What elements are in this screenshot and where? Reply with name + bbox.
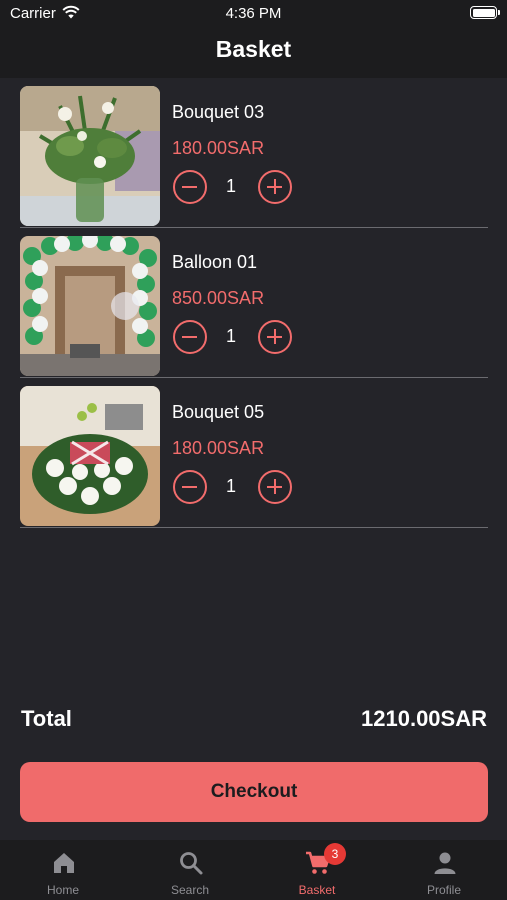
tab-basket[interactable]: 3 Basket <box>254 840 380 900</box>
quantity-value: 1 <box>225 476 236 496</box>
product-price: 180.00SAR <box>172 438 265 458</box>
product-image[interactable] <box>20 236 160 376</box>
product-image[interactable] <box>20 386 160 526</box>
total-label: Total <box>21 706 72 731</box>
increase-quantity-button[interactable] <box>258 470 292 504</box>
product-image[interactable] <box>20 86 160 226</box>
product-price: 850.00SAR <box>172 288 265 308</box>
increase-quantity-button[interactable] <box>258 170 292 204</box>
page-title: Basket <box>215 36 292 62</box>
decrease-quantity-button[interactable] <box>173 470 207 504</box>
checkout-button[interactable]: Checkout <box>20 762 488 822</box>
person-icon <box>434 852 456 874</box>
quantity-value: 1 <box>225 176 236 196</box>
product-name: Balloon 01 <box>172 252 258 272</box>
product-name: Bouquet 03 <box>172 102 265 122</box>
search-icon <box>180 852 203 875</box>
basket-item: Bouquet 05 180.00SAR 1 <box>20 382 488 528</box>
increase-quantity-button[interactable] <box>258 320 292 354</box>
decrease-quantity-button[interactable] <box>173 170 207 204</box>
total-value: 1210.00SAR <box>361 706 487 731</box>
status-bar: Carrier 4:36 PM <box>0 0 507 28</box>
product-price: 180.00SAR <box>172 138 265 158</box>
tab-bar: Home Search 3 Basket Profile <box>0 840 507 900</box>
quantity-value: 1 <box>225 326 236 346</box>
home-icon <box>54 853 74 873</box>
basket-item: Bouquet 03 180.00SAR 1 <box>20 82 488 228</box>
status-time: 4:36 PM <box>225 5 282 22</box>
tab-label: Profile <box>426 883 461 897</box>
tab-profile[interactable]: Profile <box>381 840 507 900</box>
decrease-quantity-button[interactable] <box>173 320 207 354</box>
tab-label: Basket <box>298 883 336 897</box>
cart-count-badge: 3 <box>324 843 346 865</box>
tab-search[interactable]: Search <box>127 840 253 900</box>
product-name: Bouquet 05 <box>172 402 265 422</box>
battery-icon <box>470 6 500 19</box>
basket-item: Balloon 01 850.00SAR 1 <box>20 232 488 378</box>
tab-label: Home <box>46 883 79 897</box>
tab-label: Search <box>170 883 210 897</box>
app-header: Carrier 4:36 PM Basket <box>0 0 507 78</box>
tab-home[interactable]: Home <box>0 840 126 900</box>
